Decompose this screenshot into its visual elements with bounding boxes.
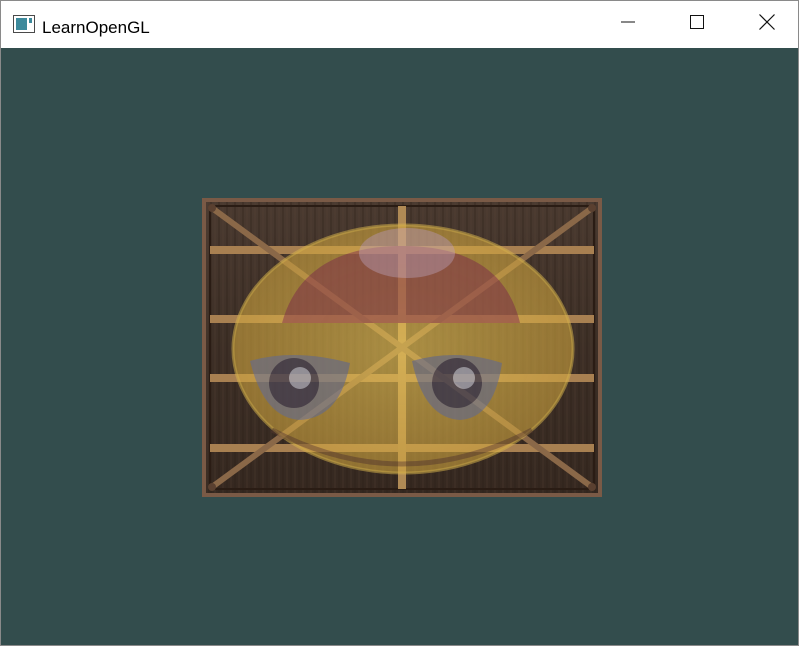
opengl-viewport[interactable] xyxy=(1,48,798,645)
minimize-button[interactable] xyxy=(593,1,663,48)
close-button[interactable] xyxy=(732,1,799,48)
window-title: LearnOpenGL xyxy=(42,18,150,37)
app-icon xyxy=(13,15,35,33)
awesomeface-texture xyxy=(231,223,575,475)
app-window: LearnOpenGL xyxy=(0,0,799,646)
maximize-icon xyxy=(690,15,704,34)
close-icon xyxy=(759,14,775,35)
title-bar[interactable]: LearnOpenGL xyxy=(1,1,798,48)
textured-quad xyxy=(202,198,602,497)
minimize-icon xyxy=(621,15,635,34)
maximize-button[interactable] xyxy=(662,1,732,48)
